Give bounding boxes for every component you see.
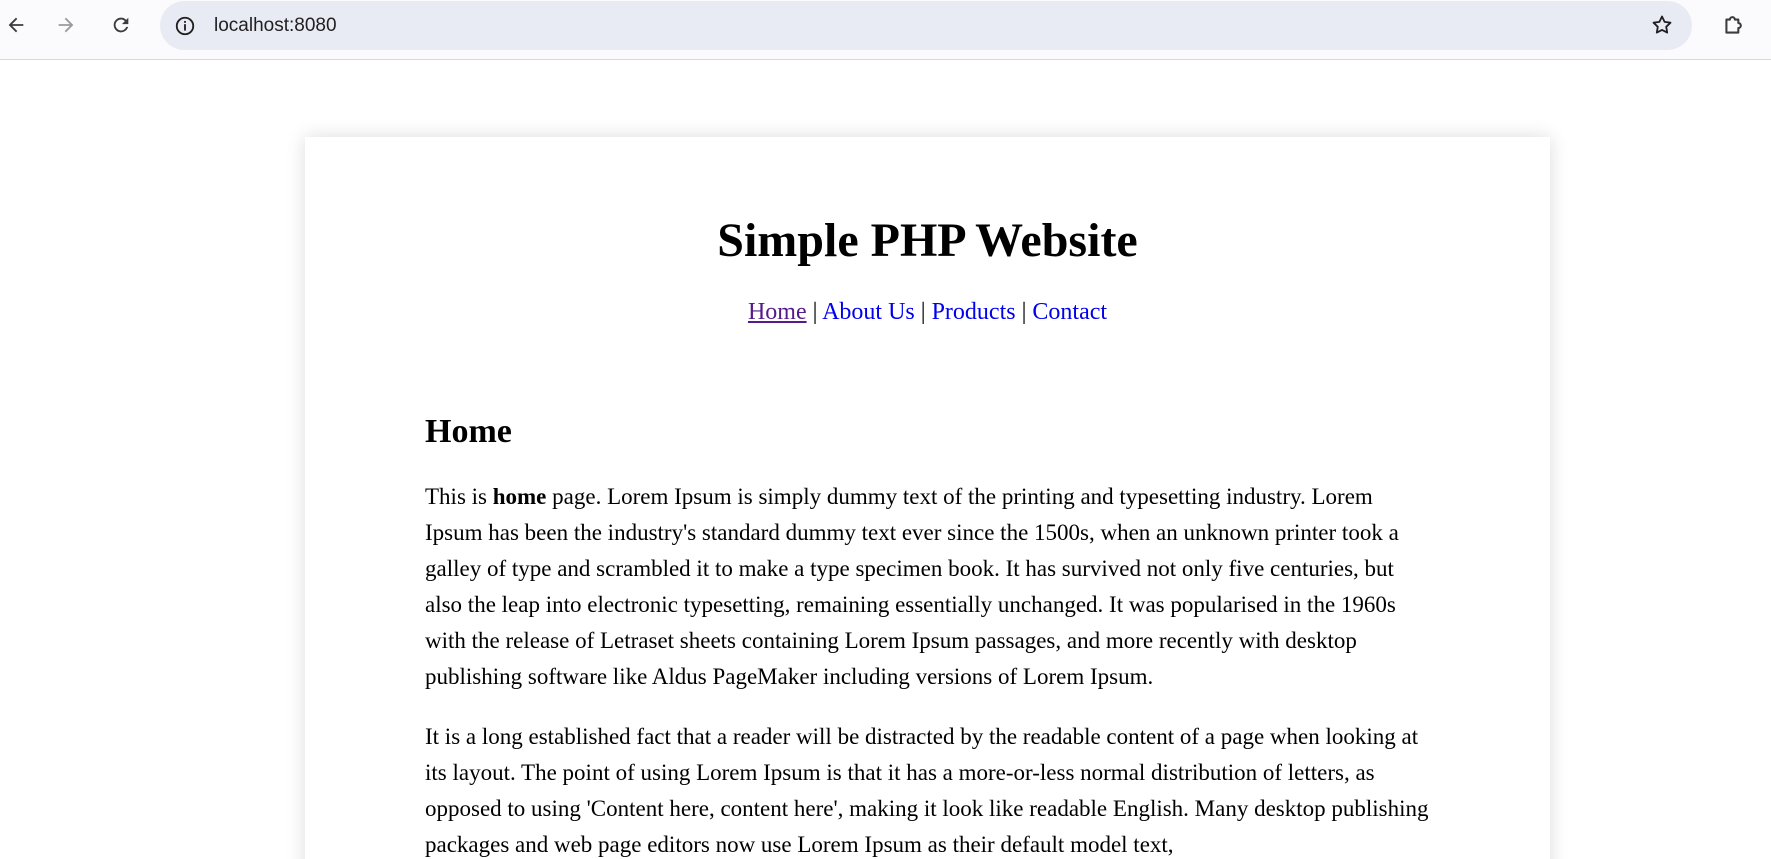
- reload-icon: [113, 17, 129, 33]
- info-icon[interactable]: [172, 13, 198, 39]
- main-content: Home This is home page. Lorem Ipsum is s…: [425, 412, 1430, 859]
- address-bar[interactable]: localhost:8080: [160, 1, 1692, 50]
- bold-word: home: [492, 483, 547, 509]
- back-arrow-icon: [8, 17, 24, 33]
- puzzle-icon: [1725, 16, 1742, 34]
- nav-link-products[interactable]: Products: [932, 299, 1016, 325]
- forward-arrow-icon: [58, 17, 74, 33]
- page-container: Simple PHP Website Home | About Us | Pro…: [305, 137, 1550, 859]
- nav-link-contact[interactable]: Contact: [1032, 299, 1107, 325]
- reload-button[interactable]: [105, 9, 137, 41]
- main-nav: Home | About Us | Products | Contact: [305, 299, 1550, 326]
- paragraph-intro: This is home page. Lorem Ipsum is simply…: [425, 479, 1430, 695]
- forward-button[interactable]: [50, 9, 82, 41]
- paragraph-second: It is a long established fact that a rea…: [425, 723, 1429, 857]
- bookmark-button[interactable]: [1648, 11, 1676, 39]
- paragraph-text: page. Lorem Ipsum is simply dummy text o…: [425, 483, 1399, 689]
- nav-separator: |: [920, 299, 926, 325]
- url-text[interactable]: localhost:8080: [214, 15, 337, 37]
- nav-separator: |: [1021, 299, 1027, 325]
- extensions-button[interactable]: [1718, 9, 1750, 41]
- nav-link-home[interactable]: Home: [748, 299, 807, 325]
- page-heading: Home: [425, 413, 512, 450]
- back-button[interactable]: [0, 9, 32, 41]
- site-title: Simple PHP Website: [717, 214, 1138, 267]
- nav-link-about-us[interactable]: About Us: [822, 299, 915, 325]
- nav-separator: |: [812, 299, 818, 325]
- browser-toolbar: localhost:8080: [0, 0, 1771, 60]
- star-icon: [1652, 15, 1672, 34]
- paragraph-text: This is: [425, 483, 493, 509]
